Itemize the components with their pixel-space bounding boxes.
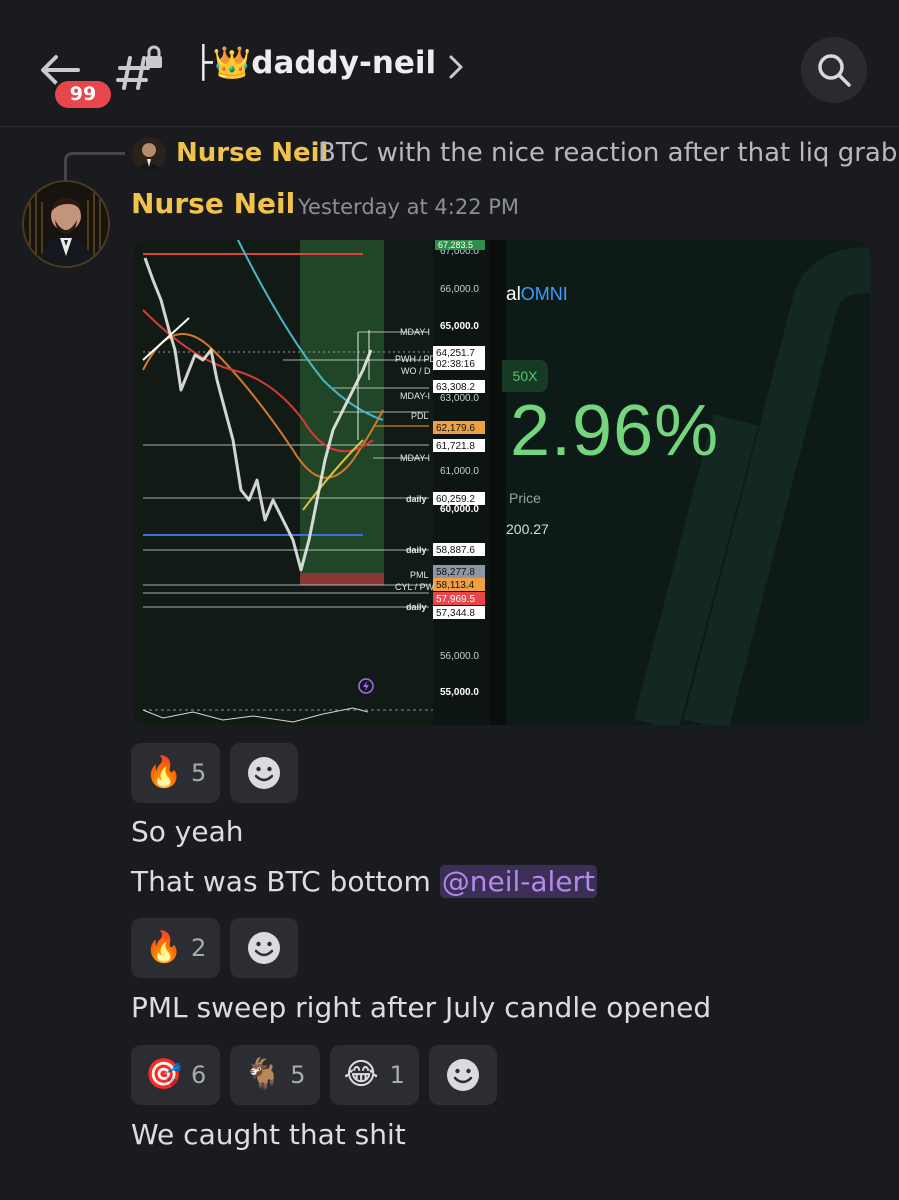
leverage-pill: 50X bbox=[502, 360, 548, 392]
fire-emoji: 🔥 bbox=[145, 930, 183, 965]
svg-text:67,283.5: 67,283.5 bbox=[438, 240, 473, 250]
message-line: So yeah bbox=[131, 815, 244, 848]
locked-channel-hash-icon bbox=[116, 44, 166, 92]
author-avatar[interactable] bbox=[24, 182, 108, 266]
svg-text:daily: daily bbox=[406, 545, 427, 555]
target-emoji: 🎯 bbox=[145, 1057, 183, 1092]
svg-text:MDAY-I: MDAY-I bbox=[400, 453, 430, 463]
message-author[interactable]: Nurse Neil bbox=[131, 187, 295, 220]
laughing-emoji: 😂 bbox=[343, 1057, 379, 1092]
svg-text:61,721.8: 61,721.8 bbox=[436, 441, 475, 452]
reaction-count: 5 bbox=[191, 759, 207, 787]
message-line: We caught that shit bbox=[131, 1118, 406, 1151]
reaction-fire[interactable]: 🔥 5 bbox=[131, 743, 221, 803]
add-reaction-button[interactable] bbox=[230, 918, 299, 978]
omni-brand-logo: alOMNI bbox=[506, 284, 568, 305]
image-attachment[interactable]: 67,000.0 66,000.0 65,000.0 63,000.0 61,0… bbox=[133, 240, 870, 725]
svg-text:58,113.4: 58,113.4 bbox=[436, 580, 475, 591]
reply-author[interactable]: Nurse Neil bbox=[176, 138, 328, 168]
message-line: PML sweep right after July candle opened bbox=[131, 991, 712, 1024]
smiley-icon bbox=[248, 757, 281, 789]
fire-emoji: 🔥 bbox=[145, 755, 183, 790]
chevron-right-icon[interactable] bbox=[448, 54, 464, 80]
reply-preview-text[interactable]: BTC with the nice reaction after that li… bbox=[318, 138, 897, 168]
svg-text:58,277.8: 58,277.8 bbox=[436, 567, 475, 578]
svg-text:PML: PML bbox=[410, 570, 429, 580]
svg-text:60,259.2: 60,259.2 bbox=[436, 494, 475, 505]
svg-text:MDAY-I: MDAY-I bbox=[400, 391, 430, 401]
reaction-bar: 🔥 2 bbox=[131, 918, 299, 978]
message-line: That was BTC bottom @neil-alert bbox=[131, 865, 598, 898]
message-timestamp: Yesterday at 4:22 PM bbox=[298, 195, 520, 219]
reaction-laughing[interactable]: 😂 1 bbox=[329, 1045, 419, 1105]
svg-text:55,000.0: 55,000.0 bbox=[440, 687, 479, 698]
svg-text:WO / D: WO / D bbox=[401, 366, 431, 376]
svg-text:56,000.0: 56,000.0 bbox=[440, 651, 479, 662]
svg-text:63,000.0: 63,000.0 bbox=[440, 393, 479, 404]
header-divider bbox=[0, 126, 899, 127]
price-value: 200.27 bbox=[506, 521, 549, 537]
reaction-count: 1 bbox=[389, 1061, 405, 1089]
add-reaction-button[interactable] bbox=[428, 1045, 497, 1105]
reaction-count: 2 bbox=[191, 934, 207, 962]
reaction-goat[interactable]: 🐐 5 bbox=[230, 1045, 320, 1105]
svg-text:PWH / PD: PWH / PD bbox=[395, 354, 437, 364]
channel-name[interactable]: ├👑daddy-neil bbox=[194, 44, 436, 81]
svg-text:62,179.6: 62,179.6 bbox=[436, 423, 475, 434]
price-label: Price bbox=[509, 490, 541, 506]
pnl-percent: 2.96% bbox=[510, 391, 720, 471]
search-icon bbox=[818, 54, 851, 87]
svg-text:02:38:16: 02:38:16 bbox=[436, 359, 475, 370]
svg-text:65,000.0: 65,000.0 bbox=[440, 321, 479, 332]
svg-text:60,000.0: 60,000.0 bbox=[440, 504, 479, 515]
svg-text:daily: daily bbox=[406, 602, 427, 612]
svg-text:CYL / PW: CYL / PW bbox=[395, 582, 435, 592]
svg-text:daily: daily bbox=[406, 494, 427, 504]
smiley-icon bbox=[446, 1059, 479, 1091]
trade-card: alOMNI 50X 2.96% Price 200.27 bbox=[502, 240, 870, 725]
reaction-bar: 🎯 6 🐐 5 😂 1 bbox=[131, 1045, 497, 1105]
svg-text:64,251.7: 64,251.7 bbox=[436, 348, 475, 359]
svg-text:61,000.0: 61,000.0 bbox=[440, 466, 479, 477]
goat-emoji: 🐐 bbox=[244, 1057, 282, 1092]
reply-connector bbox=[64, 152, 125, 185]
svg-text:66,000.0: 66,000.0 bbox=[440, 284, 479, 295]
svg-text:57,969.5: 57,969.5 bbox=[436, 594, 475, 605]
svg-text:MDAY-I: MDAY-I bbox=[400, 327, 430, 337]
role-mention[interactable]: @neil-alert bbox=[439, 865, 598, 898]
reaction-count: 5 bbox=[290, 1061, 306, 1089]
channel-header: 99 ├👑daddy-neil bbox=[0, 0, 899, 126]
smiley-icon bbox=[248, 932, 281, 964]
svg-text:63,308.2: 63,308.2 bbox=[436, 382, 475, 393]
search-button[interactable] bbox=[801, 37, 867, 103]
add-reaction-button[interactable] bbox=[230, 743, 299, 803]
reaction-fire[interactable]: 🔥 2 bbox=[131, 918, 221, 978]
trading-chart: 67,000.0 66,000.0 65,000.0 63,000.0 61,0… bbox=[133, 240, 506, 725]
reaction-target[interactable]: 🎯 6 bbox=[131, 1045, 221, 1105]
svg-text:57,344.8: 57,344.8 bbox=[436, 608, 475, 619]
reaction-bar: 🔥 5 bbox=[131, 743, 299, 803]
unread-count-badge: 99 bbox=[55, 81, 111, 108]
reply-avatar[interactable] bbox=[132, 137, 166, 171]
reaction-count: 6 bbox=[191, 1061, 207, 1089]
svg-text:58,887.6: 58,887.6 bbox=[436, 545, 475, 556]
svg-text:PDL: PDL bbox=[411, 411, 429, 421]
